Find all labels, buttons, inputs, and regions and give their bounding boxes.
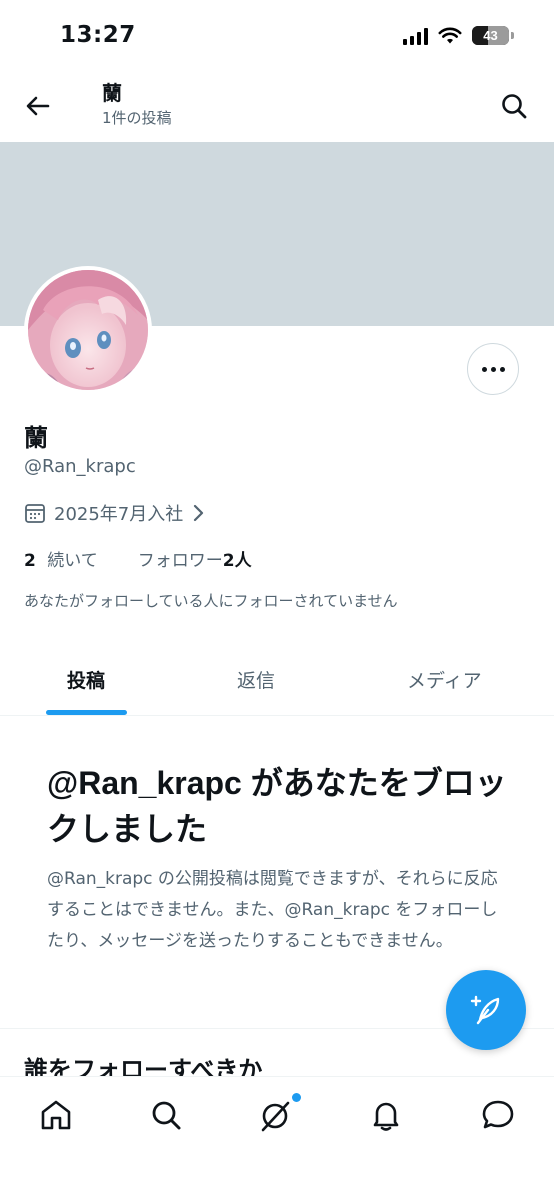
followers-count: 2人 [222, 551, 252, 571]
search-icon[interactable] [498, 90, 530, 122]
status-time: 13:27 [60, 22, 136, 48]
post-count: 1件の投稿 [102, 109, 172, 127]
followers-link[interactable]: フォロワー2人 [138, 546, 252, 571]
battery-level: 43 [483, 28, 498, 43]
tab-media[interactable]: メディア [407, 666, 482, 693]
blocked-description: @Ran_krapc の公開投稿は閲覧できますが、それらに反応することはできませ… [47, 869, 498, 951]
tab-posts[interactable]: 投稿 [67, 666, 105, 693]
more-options-button[interactable] [467, 343, 519, 395]
compose-feather-icon [470, 995, 500, 1025]
chevron-right-icon [194, 504, 204, 522]
top-navigation: 蘭 1件の投稿 [0, 70, 554, 142]
grok-icon[interactable] [258, 1097, 294, 1133]
bell-icon[interactable] [368, 1097, 404, 1133]
follow-note: あなたがフォローしている人にフォローされていません [24, 592, 398, 610]
who-to-follow-heading: 誰をフォローすべきか [24, 1056, 263, 1076]
profile-tabs: 投稿 返信 メディア [0, 648, 554, 716]
status-bar: 13:27 43 [0, 0, 554, 70]
blocked-title: @Ran_krapc があなたをブロックしました [47, 765, 507, 847]
compose-post-button[interactable] [446, 970, 526, 1050]
avatar[interactable] [24, 266, 152, 394]
follow-stats: 2 続いて フォロワー2人 [24, 546, 252, 571]
following-count: 2 [24, 551, 36, 571]
active-tab-indicator [46, 710, 127, 715]
join-date: 2025年7月入社 [54, 504, 184, 525]
wifi-icon [438, 27, 462, 43]
following-label: 続いて [47, 551, 98, 571]
bottom-navigation [0, 1076, 554, 1199]
following-link[interactable]: 2 続いて [24, 546, 98, 571]
header-title: 蘭 [102, 81, 122, 105]
status-icons: 43 [403, 26, 514, 45]
header-titles: 蘭 1件の投稿 [102, 80, 172, 129]
home-icon[interactable] [38, 1097, 74, 1133]
profile-name: 蘭 [24, 424, 48, 452]
battery-icon: 43 [472, 26, 509, 45]
followers-label: フォロワー [137, 551, 223, 571]
search-icon[interactable] [148, 1097, 184, 1133]
profile-handle: @Ran_krapc [24, 456, 136, 477]
join-date-row[interactable]: 2025年7月入社 [24, 500, 205, 526]
cellular-signal-icon [403, 27, 428, 45]
chat-bubble-icon[interactable] [480, 1097, 516, 1133]
tab-replies[interactable]: 返信 [237, 666, 275, 693]
grok-notification-dot [292, 1093, 301, 1102]
calendar-icon [25, 504, 45, 523]
back-arrow-icon[interactable] [22, 90, 54, 122]
